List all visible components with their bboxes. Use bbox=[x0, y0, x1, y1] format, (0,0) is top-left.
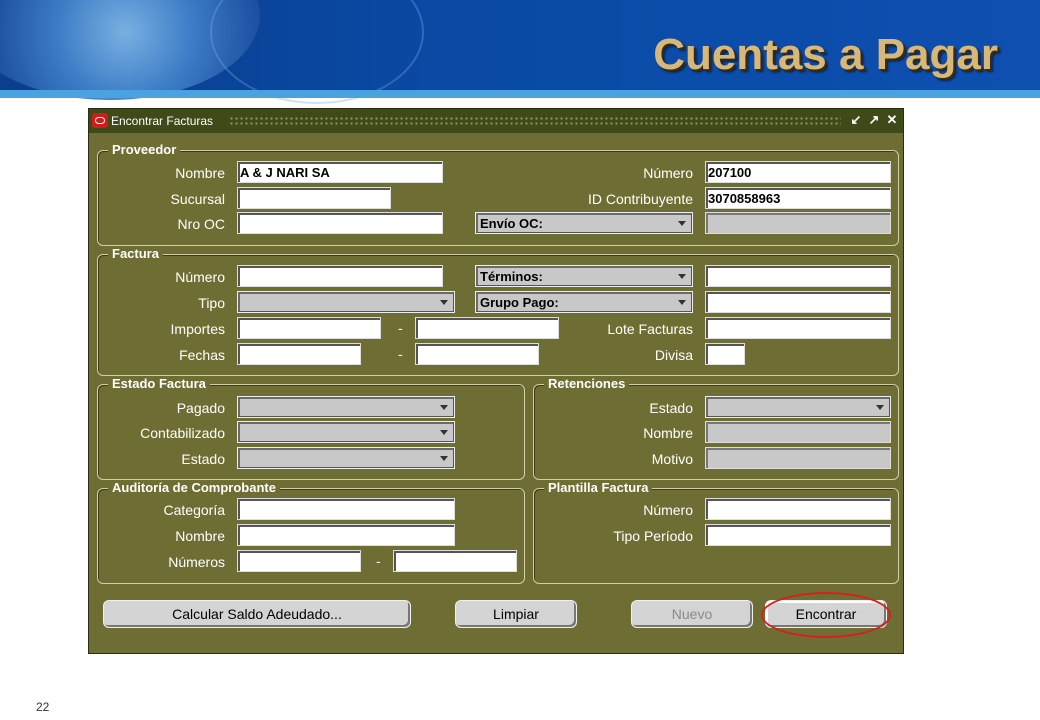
envio-oc-label: Envío OC: bbox=[480, 216, 543, 231]
factura-numero-label: Número bbox=[175, 269, 225, 285]
oracle-icon bbox=[92, 113, 108, 128]
tipo-periodo-label: Tipo Período bbox=[613, 528, 693, 544]
slide-title: Cuentas a Pagar bbox=[653, 30, 998, 79]
factura-numero-field[interactable] bbox=[237, 265, 443, 287]
contabilizado-label: Contabilizado bbox=[140, 425, 225, 441]
numeros-separator: - bbox=[376, 553, 381, 569]
estado-factura-estado-select[interactable] bbox=[237, 447, 455, 469]
divisa-field[interactable] bbox=[705, 343, 745, 365]
proveedor-numero-field[interactable]: 207100 bbox=[705, 161, 891, 183]
nuevo-button[interactable]: Nuevo bbox=[631, 600, 753, 628]
factura-title: Factura bbox=[108, 246, 163, 262]
nro-oc-field[interactable] bbox=[237, 212, 443, 234]
grupo-pago-select[interactable]: Grupo Pago: bbox=[475, 291, 693, 313]
motivo-label: Motivo bbox=[651, 451, 693, 467]
lote-facturas-label: Lote Facturas bbox=[607, 321, 693, 337]
window-controls: ↙ ↗ ✕ bbox=[849, 112, 899, 128]
retenciones-estado-select[interactable] bbox=[705, 396, 891, 418]
highlight-ellipse bbox=[761, 592, 891, 638]
calcular-saldo-button[interactable]: Calcular Saldo Adeudado... bbox=[103, 600, 411, 628]
numeros-from-field[interactable] bbox=[237, 550, 361, 572]
id-contribuyente-label: ID Contribuyente bbox=[587, 191, 693, 207]
fechas-label: Fechas bbox=[179, 347, 225, 363]
id-contribuyente-field[interactable]: 3070858963 bbox=[705, 187, 891, 209]
page-number: 22 bbox=[36, 700, 50, 714]
window-title: Encontrar Facturas bbox=[111, 114, 214, 128]
categoria-field[interactable] bbox=[237, 498, 455, 520]
terminos-label: Términos: bbox=[480, 269, 543, 284]
proveedor-nombre-field[interactable]: A & J NARI SA bbox=[237, 161, 443, 183]
grupo-pago-value-field[interactable] bbox=[705, 291, 891, 313]
motivo-field bbox=[705, 447, 891, 469]
numeros-to-field[interactable] bbox=[393, 550, 517, 572]
importes-to-field[interactable] bbox=[415, 317, 559, 339]
tipo-select[interactable] bbox=[237, 291, 455, 313]
sucursal-field[interactable] bbox=[237, 187, 391, 209]
chevron-down-icon bbox=[440, 456, 448, 461]
numeros-label: Números bbox=[168, 554, 225, 570]
pagado-select[interactable] bbox=[237, 396, 455, 418]
divisa-label: Divisa bbox=[654, 347, 693, 363]
nro-oc-label: Nro OC bbox=[177, 216, 225, 232]
auditoria-nombre-label: Nombre bbox=[175, 528, 225, 544]
terminos-value-field[interactable] bbox=[705, 265, 891, 287]
plantilla-numero-label: Número bbox=[643, 502, 693, 518]
envio-oc-select[interactable]: Envío OC: bbox=[475, 212, 693, 234]
retenciones-estado-label: Estado bbox=[649, 400, 693, 416]
sucursal-label: Sucursal bbox=[170, 191, 225, 207]
chevron-down-icon bbox=[678, 274, 686, 279]
fechas-to-field[interactable] bbox=[415, 343, 539, 365]
titlebar-grip bbox=[229, 116, 841, 125]
retenciones-nombre-field bbox=[705, 421, 891, 443]
importes-from-field[interactable] bbox=[237, 317, 381, 339]
retenciones-nombre-label: Nombre bbox=[643, 425, 693, 441]
importes-separator: - bbox=[398, 320, 403, 336]
window-titlebar: Encontrar Facturas ↙ ↗ ✕ bbox=[89, 109, 903, 133]
tipo-label: Tipo bbox=[198, 295, 225, 311]
fechas-from-field[interactable] bbox=[237, 343, 361, 365]
envio-oc-value-field bbox=[705, 212, 891, 234]
proveedor-nombre-label: Nombre bbox=[175, 165, 225, 181]
header-band bbox=[0, 90, 1040, 98]
contabilizado-select[interactable] bbox=[237, 421, 455, 443]
chevron-down-icon bbox=[440, 300, 448, 305]
chevron-down-icon bbox=[440, 405, 448, 410]
importes-label: Importes bbox=[170, 321, 225, 337]
slide-header: Cuentas a Pagar bbox=[0, 0, 1040, 104]
estado-factura-estado-label: Estado bbox=[181, 451, 225, 467]
proveedor-numero-label: Número bbox=[643, 165, 693, 181]
maximize-icon[interactable]: ↗ bbox=[867, 112, 881, 128]
chevron-down-icon bbox=[440, 430, 448, 435]
close-icon[interactable]: ✕ bbox=[885, 112, 899, 128]
limpiar-button[interactable]: Limpiar bbox=[455, 600, 577, 628]
proveedor-title: Proveedor bbox=[108, 142, 181, 158]
fechas-separator: - bbox=[398, 346, 403, 362]
tipo-periodo-field[interactable] bbox=[705, 524, 891, 546]
categoria-label: Categoría bbox=[163, 502, 225, 518]
auditoria-title: Auditoría de Comprobante bbox=[108, 480, 280, 496]
minimize-icon[interactable]: ↙ bbox=[849, 112, 863, 128]
lote-facturas-field[interactable] bbox=[705, 317, 891, 339]
retenciones-title: Retenciones bbox=[544, 376, 630, 392]
pagado-label: Pagado bbox=[176, 400, 225, 416]
plantilla-numero-field[interactable] bbox=[705, 498, 891, 520]
globe-ring-graphic bbox=[210, 0, 424, 104]
find-invoices-window: Encontrar Facturas ↙ ↗ ✕ Proveedor Nombr… bbox=[88, 108, 904, 654]
auditoria-nombre-field[interactable] bbox=[237, 524, 455, 546]
chevron-down-icon bbox=[678, 221, 686, 226]
estado-factura-title: Estado Factura bbox=[108, 376, 210, 392]
plantilla-title: Plantilla Factura bbox=[544, 480, 653, 496]
chevron-down-icon bbox=[876, 405, 884, 410]
grupo-pago-label: Grupo Pago: bbox=[480, 295, 559, 310]
terminos-select[interactable]: Términos: bbox=[475, 265, 693, 287]
chevron-down-icon bbox=[678, 300, 686, 305]
